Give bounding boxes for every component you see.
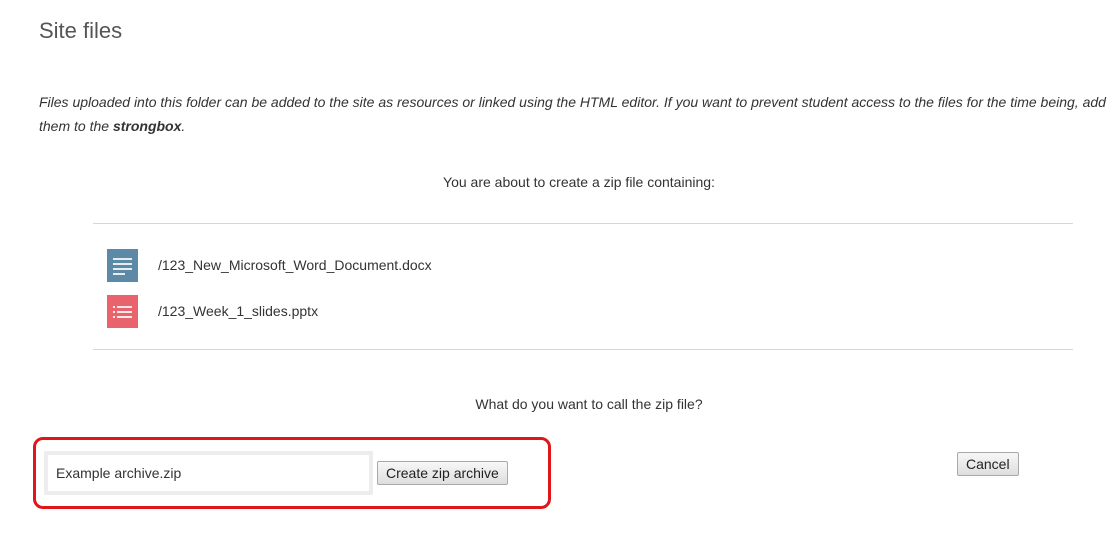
strongbox-term: strongbox [112, 118, 182, 134]
intro-text-after: . [181, 118, 186, 134]
file-item-pptx: /123_Week_1_slides.pptx [107, 294, 432, 328]
page-title: Site files [39, 18, 123, 43]
divider-top [93, 223, 1073, 224]
file-name-pptx: /123_Week_1_slides.pptx [158, 303, 319, 319]
zip-name-question: What do you want to call the zip file? [475, 396, 703, 412]
powerpoint-icon [107, 294, 138, 328]
file-list: /123_New_Microsoft_Word_Document.docx /1… [107, 248, 432, 340]
file-item-docx: /123_New_Microsoft_Word_Document.docx [107, 248, 432, 282]
zip-filename-input[interactable] [44, 451, 373, 495]
intro-text: Files uploaded into this folder can be a… [39, 90, 1114, 138]
intro-text-before: Files uploaded into this folder can be a… [39, 94, 1106, 134]
site-files-page: Site files Files uploaded into this fold… [0, 0, 1118, 536]
zip-about-text: You are about to create a zip file conta… [443, 174, 715, 190]
file-name-docx: /123_New_Microsoft_Word_Document.docx [158, 257, 432, 273]
create-zip-archive-button[interactable]: Create zip archive [377, 461, 508, 485]
word-document-icon [107, 248, 138, 282]
divider-bottom [93, 349, 1073, 350]
cancel-button[interactable]: Cancel [957, 452, 1019, 476]
